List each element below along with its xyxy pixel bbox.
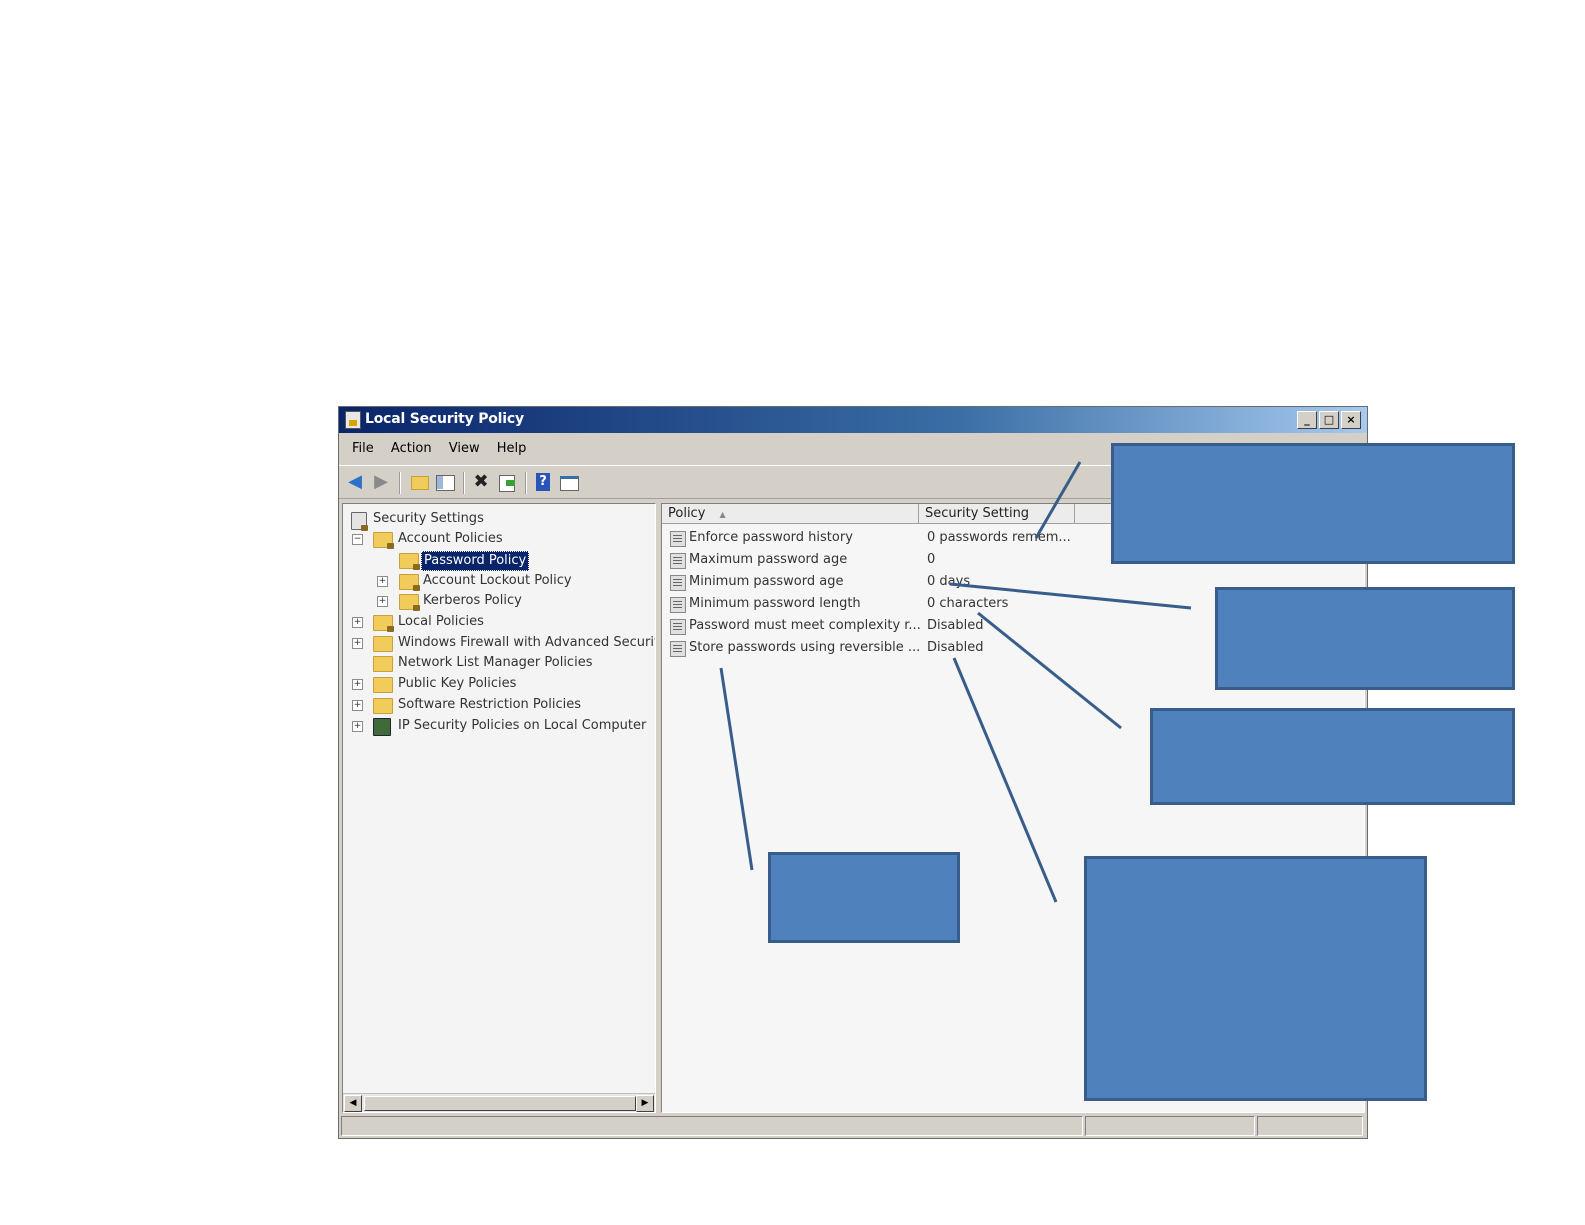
leader-line-password-history — [1034, 461, 1082, 539]
leader-line-minimum-length — [977, 611, 1122, 730]
leader-line-complexity — [952, 657, 1058, 903]
callout-box-5 — [1084, 856, 1427, 1101]
leader-line-minimum-age — [949, 582, 1192, 610]
callout-box-4 — [768, 852, 960, 943]
leader-line-policy-list — [719, 667, 754, 871]
callout-box-1 — [1111, 443, 1515, 564]
callout-box-2 — [1215, 587, 1515, 690]
callout-box-3 — [1150, 708, 1515, 805]
